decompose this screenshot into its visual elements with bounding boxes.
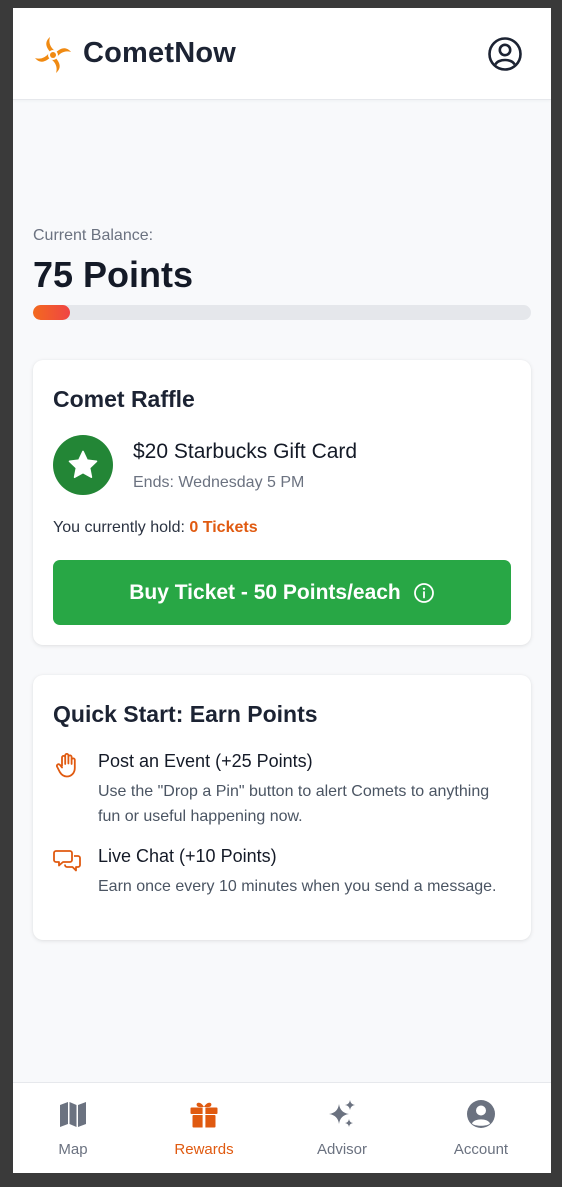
raffle-card: Comet Raffle $20 Starbucks Gift Card End… [33, 360, 531, 645]
star-icon [68, 450, 98, 479]
nav-label: Rewards [174, 1141, 234, 1158]
balance-label: Current Balance: [33, 227, 154, 244]
hold-prefix: You currently hold: [53, 519, 185, 536]
app-title: CometNow [83, 37, 237, 69]
earn-title: Quick Start: Earn Points [53, 701, 318, 727]
ticket-count: 0 Tickets [189, 519, 258, 536]
balance-progress-fill [33, 305, 71, 320]
prize-ends: Ends: Wednesday 5 PM [133, 474, 305, 491]
earn-item-description: Use the "Drop a Pin" button to alert Com… [98, 783, 490, 825]
info-icon[interactable] [413, 582, 435, 604]
earn-item-title: Live Chat (+10 Points) [98, 846, 277, 866]
user-circle-icon[interactable] [487, 36, 523, 72]
gift-icon [190, 1102, 218, 1128]
nav-label: Advisor [316, 1141, 368, 1158]
prize-badge [53, 435, 113, 495]
user-circle-icon [467, 1100, 495, 1128]
buy-ticket-label: Buy Ticket - 50 Points/each [129, 580, 401, 604]
app-header: CometNow [13, 8, 551, 100]
app-screen: CometNow Current Balance: 75 Points Come… [13, 8, 551, 1173]
nav-item-advisor[interactable]: Advisor [282, 1083, 402, 1173]
nav-item-map[interactable]: Map [13, 1083, 133, 1173]
earn-item-description: Earn once every 10 minutes when you send… [98, 878, 497, 895]
earn-item-title: Post an Event (+25 Points) [98, 751, 313, 771]
prize-name: $20 Starbucks Gift Card [133, 440, 358, 463]
nav-label: Account [453, 1141, 509, 1158]
balance-value: 75 Points [33, 254, 194, 295]
buy-ticket-button[interactable]: Buy Ticket - 50 Points/each [53, 560, 511, 625]
map-icon [60, 1102, 86, 1127]
hand-icon [56, 753, 76, 778]
ticket-hold-line: You currently hold: 0 Tickets [53, 519, 258, 537]
bottom-nav: Map Rewards Advisor Account [13, 1082, 551, 1173]
balance-progress-bar [33, 305, 531, 320]
nav-label: Map [58, 1141, 88, 1158]
sparkles-icon [329, 1100, 355, 1127]
comet-swirl-icon [35, 37, 71, 73]
chat-bubbles-icon [53, 850, 81, 872]
raffle-title: Comet Raffle [53, 386, 195, 412]
earn-points-card: Quick Start: Earn Points Post an Event (… [33, 675, 531, 940]
nav-item-account[interactable]: Account [421, 1083, 541, 1173]
nav-item-rewards[interactable]: Rewards [144, 1083, 264, 1173]
